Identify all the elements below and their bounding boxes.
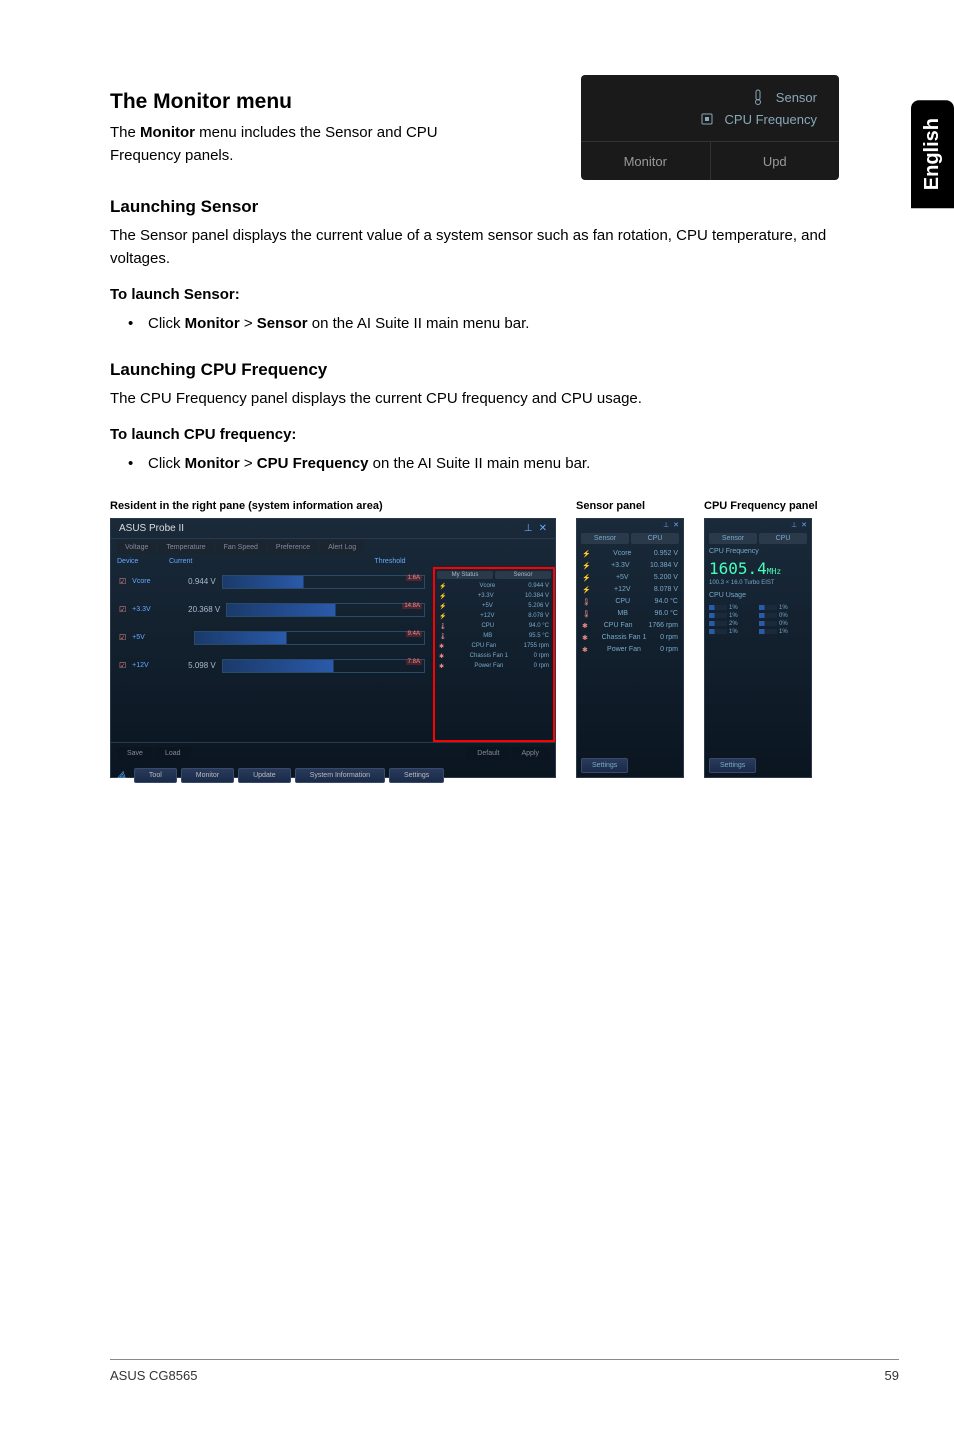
sensor-row: ⚡+3.3V10.384 V (581, 560, 679, 572)
panel-tab: CPU (631, 533, 679, 544)
voltage-row: ☑ Vcore 0.944 V 1.6A (119, 571, 425, 593)
probe-button: Default (467, 747, 509, 760)
panel-tab: CPU (759, 533, 807, 544)
col-header: Device (117, 558, 167, 565)
cpu-freq-label: CPU Frequency (709, 548, 807, 555)
cpu-instruction: Click Monitor > CPU Frequency on the AI … (148, 453, 844, 476)
sensor-row: ⚡+12V8.078 V (581, 584, 679, 596)
sensor-row: 🌡MB95.5 °C (437, 632, 551, 641)
thermometer-icon (750, 89, 766, 105)
probe-tab: Preference (268, 541, 318, 554)
cpu-core: 0% (759, 613, 807, 619)
voltage-row: ☑ +3.3V 20.368 V 14.8A (119, 599, 425, 621)
col-header: Current (169, 558, 229, 565)
menu-label-sensor: Sensor (776, 90, 817, 105)
menu-item-sensor: Sensor (750, 89, 817, 105)
probe-tab: Alert Log (320, 541, 364, 554)
cpu-core: 2% (709, 621, 757, 627)
sensor-row: ✱Chassis Fan 10 rpm (581, 632, 679, 644)
caption-sensor: Sensor panel (576, 500, 684, 512)
launch-cpu-heading: To launch CPU frequency: (110, 426, 844, 443)
section-heading-sensor: Launching Sensor (110, 197, 844, 217)
settings-button: Settings (581, 758, 628, 773)
probe-button: Apply (511, 747, 549, 760)
footer-model: ASUS CG8565 (110, 1368, 197, 1383)
probe-window: ASUS Probe II ⊥ ✕ Voltage Temperature Fa… (110, 518, 556, 778)
sensor-panel: ⊥ ✕ Sensor CPU ⚡Vcore0.952 V ⚡+3.3V10.38… (576, 518, 684, 778)
intro-bold: Monitor (140, 124, 195, 141)
intro-prefix: The (110, 124, 140, 141)
sensor-row: ✱CPU Fan1755 rpm (437, 642, 551, 651)
probe-tab: Voltage (117, 541, 156, 554)
sensor-row: ⚡+3.3V10.384 V (437, 592, 551, 601)
col-header: Threshold (231, 558, 549, 565)
voltage-row: ☑ +12V 5.098 V 7.8A (119, 655, 425, 677)
probe-button: Load (155, 747, 191, 760)
cpu-core: 1% (709, 605, 757, 611)
probe-tab: Fan Speed (216, 541, 266, 554)
pin-icon: ⊥ (663, 521, 669, 529)
cpu-core: 1% (709, 613, 757, 619)
panel-tab: Sensor (709, 533, 757, 544)
footer-button: Monitor (181, 768, 234, 783)
section-heading-cpu: Launching CPU Frequency (110, 360, 844, 380)
footer-page-number: 59 (885, 1368, 899, 1383)
panel-tab: Sensor (581, 533, 629, 544)
chip-icon (699, 111, 715, 127)
probe-tab: Temperature (158, 541, 213, 554)
menu-item-cpu-frequency: CPU Frequency (699, 111, 817, 127)
footer-button: System Information (295, 768, 385, 783)
asus-logo: ⟁ (117, 770, 126, 781)
sensor-row: ✱Power Fan0 rpm (437, 662, 551, 671)
sensor-row: 🌡CPU94.0 °C (581, 596, 679, 608)
footer-button: Settings (389, 768, 444, 783)
sensor-row: 🌡CPU94.0 °C (437, 622, 551, 631)
probe-sidebar: My Status Sensor ⚡Vcore0.944 V ⚡+3.3V10.… (433, 567, 555, 742)
cpu-freq-value: 1605.4MHz (709, 555, 807, 580)
sensor-row: 🌡MB96.0 °C (581, 608, 679, 620)
cpu-core: 1% (759, 629, 807, 635)
caption-cpu: CPU Frequency panel (704, 500, 818, 512)
language-tab: English (911, 100, 954, 208)
footer-button: Tool (134, 768, 177, 783)
sensor-instruction: Click Monitor > Sensor on the AI Suite I… (148, 313, 844, 336)
voltage-row: ☑ +5V 9.4A (119, 627, 425, 649)
cpu-frequency-panel: ⊥ ✕ Sensor CPU CPU Frequency 1605.4MHz 1… (704, 518, 812, 778)
menu-label-cpu: CPU Frequency (725, 112, 817, 127)
cpu-core: 1% (759, 605, 807, 611)
sensor-row: ⚡Vcore0.944 V (437, 582, 551, 591)
sensor-description: The Sensor panel displays the current va… (110, 225, 844, 270)
sensor-row: ✱Chassis Fan 10 rpm (437, 652, 551, 661)
sensor-row: ✱CPU Fan1766 rpm (581, 620, 679, 632)
sensor-row: ⚡+5V5.200 V (581, 572, 679, 584)
sensor-row: ⚡+12V8.078 V (437, 612, 551, 621)
pin-icon: ⊥ (524, 523, 533, 534)
intro-text: The Monitor menu includes the Sensor and… (110, 122, 490, 167)
monitor-menu-screenshot: Sensor CPU Frequency Monitor Upd (581, 75, 839, 180)
side-tab: My Status (437, 571, 493, 579)
cpu-usage-label: CPU Usage (709, 592, 807, 599)
update-button: Upd (711, 142, 840, 180)
monitor-button: Monitor (581, 142, 711, 180)
caption-resident: Resident in the right pane (system infor… (110, 500, 556, 512)
cpu-core: 1% (709, 629, 757, 635)
cpu-description: The CPU Frequency panel displays the cur… (110, 388, 844, 411)
settings-button: Settings (709, 758, 756, 773)
probe-title: ASUS Probe II (119, 523, 184, 534)
sensor-row: ⚡+5V5.206 V (437, 602, 551, 611)
close-icon: ✕ (801, 521, 807, 529)
close-icon: ✕ (539, 523, 547, 534)
sensor-row: ⚡Vcore0.952 V (581, 548, 679, 560)
cpu-core: 0% (759, 621, 807, 627)
footer-button: Update (238, 768, 291, 783)
sensor-row: ✱Power Fan0 rpm (581, 644, 679, 656)
pin-icon: ⊥ (791, 521, 797, 529)
side-tab: Sensor (495, 571, 551, 579)
close-icon: ✕ (673, 521, 679, 529)
cpu-sub-info: 100.3 × 16.0 Turbo EIST (709, 580, 807, 586)
launch-sensor-heading: To launch Sensor: (110, 286, 844, 303)
probe-button: Save (117, 747, 153, 760)
